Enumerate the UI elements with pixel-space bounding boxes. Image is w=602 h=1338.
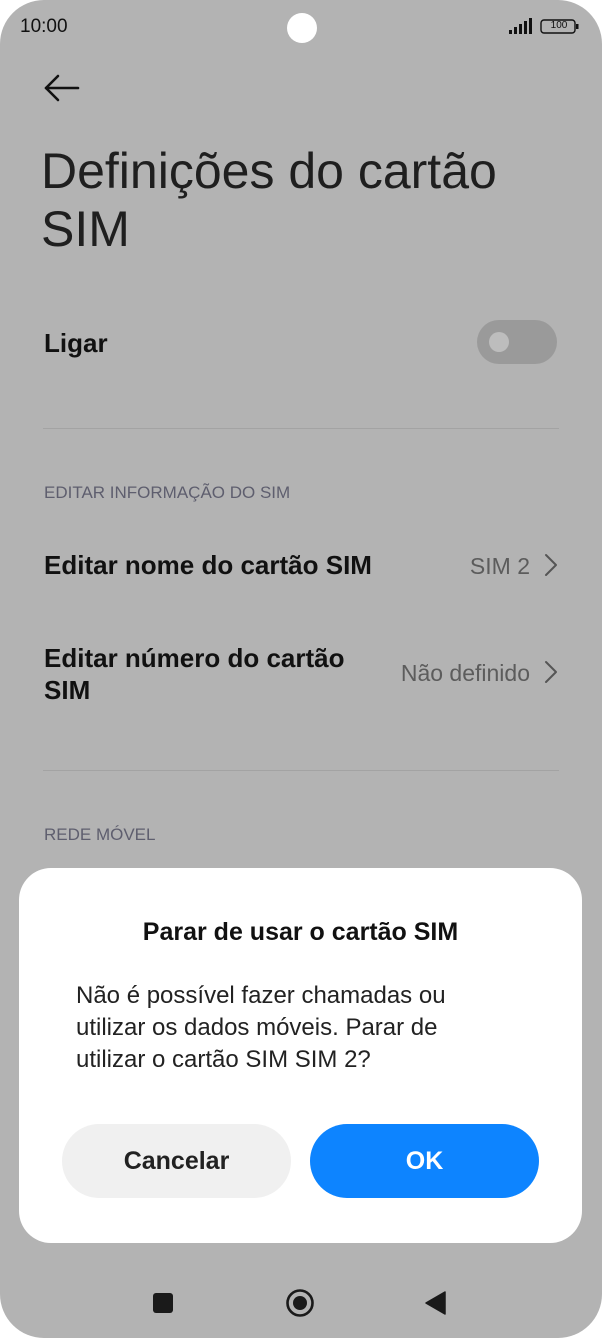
dialog-message-line3: utilizar o cartão SIM SIM 2? [76,1046,371,1073]
stop-sim-dialog: Parar de usar o cartão SIM Não é possíve… [19,868,582,1243]
triangle-back-icon[interactable] [424,1290,446,1316]
status-time: 10:00 [20,16,68,37]
page-title-line2: SIM [41,201,130,257]
edit-sim-number-label-line2: SIM [44,675,91,705]
chevron-right-icon [545,554,557,576]
sim-name-value: SIM 2 [469,553,530,579]
divider [43,428,559,429]
toggle-knob [489,332,509,352]
page-title-line1: Definições do cartão [41,143,497,199]
section-header-mobile-network: REDE MÓVEL [44,825,156,844]
sim-number-value: Não definido [400,660,530,686]
dialog-message-line2: utilizar os dados móveis. Parar de [76,1014,438,1041]
navigation-bar [0,1262,602,1338]
section-header-edit-sim: EDITAR INFORMAÇÃO DO SIM [44,483,291,502]
sim-power-toggle[interactable] [477,320,557,364]
edit-sim-name-label: Editar nome do cartão SIM [44,550,372,580]
cancel-button[interactable]: Cancelar [62,1124,291,1198]
dialog-title: Parar de usar o cartão SIM [142,918,459,946]
arrow-left-icon[interactable] [40,70,84,106]
divider [43,770,559,771]
phone-screen: 10:00 100 Definições do cartão SIM Ligar [0,0,602,1338]
chevron-right-icon [545,661,557,683]
battery-level: 100 [550,20,568,31]
signal-bars-icon [509,18,532,34]
circle-home-icon[interactable] [285,1288,315,1318]
dialog-message-line1: Não é possível fazer chamadas ou [76,982,446,1009]
camera-cutout [287,13,317,43]
status-bar: 10:00 100 [0,0,602,56]
square-icon[interactable] [152,1292,174,1314]
edit-sim-number-label: Editar número do cartão SIM [44,642,345,706]
power-row-label: Ligar [44,328,108,358]
ok-button[interactable]: OK [310,1124,539,1198]
edit-sim-number-label-line1: Editar número do cartão [44,643,345,673]
page-title: Definições do cartão SIM [41,142,541,258]
dialog-message: Não é possível fazer chamadas ou utiliza… [76,980,536,1076]
